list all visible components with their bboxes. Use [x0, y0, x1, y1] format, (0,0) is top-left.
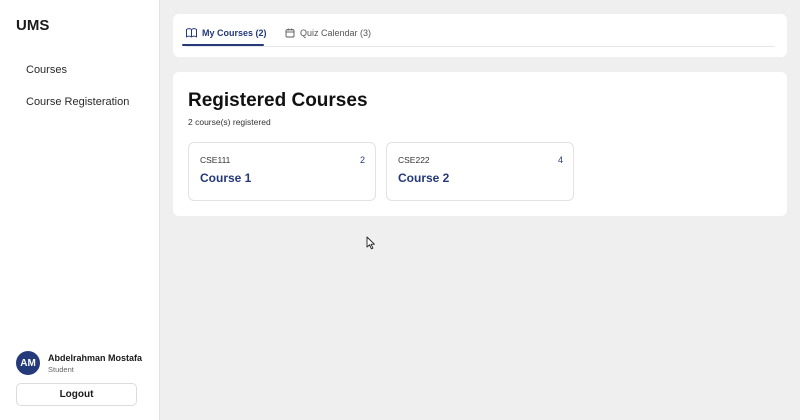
course-count: 4 [557, 155, 563, 165]
course-card[interactable]: CSE111 2 Course 1 [188, 142, 376, 201]
courses-count-text: 2 course(s) registered [188, 117, 271, 127]
course-name: Course 2 [398, 171, 450, 185]
user-name: Abdelrahman Mostafa [48, 352, 143, 363]
tab-quiz-calendar[interactable]: Quiz Calendar (3) [285, 28, 371, 38]
page-title: Registered Courses [188, 90, 368, 111]
mouse-cursor-icon [366, 236, 375, 250]
calendar-icon [285, 28, 295, 38]
user-role: Student [48, 364, 74, 374]
user-profile: AM Abdelrahman Mostafa Student [16, 351, 142, 375]
course-code: CSE111 [200, 155, 231, 165]
course-card[interactable]: CSE222 4 Course 2 [386, 142, 574, 201]
course-name: Course 1 [200, 171, 252, 185]
tabs-card: My Courses (2) Quiz Calendar (3) [173, 14, 787, 57]
course-count: 2 [359, 155, 365, 165]
logout-button[interactable]: Logout [16, 383, 137, 406]
course-code: CSE222 [398, 155, 430, 165]
sidebar: UMS Courses Course Registeration AM Abde… [0, 0, 160, 420]
sidebar-item-courses[interactable]: Courses [26, 64, 67, 76]
book-open-icon [186, 28, 197, 38]
registered-courses-panel: Registered Courses 2 course(s) registere… [173, 72, 787, 216]
avatar: AM [16, 351, 40, 375]
tab-my-courses-label: My Courses (2) [202, 28, 267, 38]
user-info: Abdelrahman Mostafa Student [48, 352, 142, 375]
active-tab-indicator [182, 44, 264, 46]
tab-quiz-calendar-label: Quiz Calendar (3) [300, 28, 372, 38]
sidebar-item-course-registeration[interactable]: Course Registeration [26, 96, 129, 108]
app-logo: UMS [16, 17, 50, 34]
tabs-divider [185, 46, 775, 47]
tab-my-courses[interactable]: My Courses (2) [186, 28, 267, 38]
